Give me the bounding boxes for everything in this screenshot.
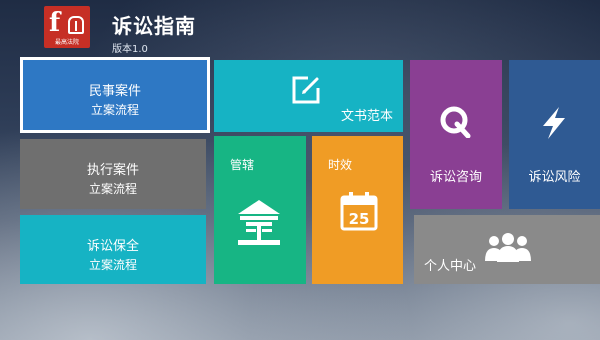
tile-civil-subtitle: 立案流程 — [90, 103, 139, 117]
tile-consult-label: 诉讼咨询 — [429, 170, 482, 185]
tile-jurisdiction-label: 管辖 — [230, 158, 255, 172]
edit-icon — [292, 76, 320, 104]
lightning-icon — [543, 107, 565, 139]
calendar-day: 25 — [349, 210, 370, 228]
tile-civil-case[interactable]: 民事案件 立案流程 — [20, 57, 210, 133]
tile-execution-subtitle: 立案流程 — [88, 182, 137, 196]
users-icon — [485, 233, 531, 262]
tile-preservation-subtitle: 立案流程 — [88, 258, 137, 272]
app-version: 版本1.0 — [112, 44, 148, 55]
tile-document-templates[interactable]: 文书范本 — [214, 60, 403, 132]
q-icon — [440, 106, 471, 138]
tile-jurisdiction[interactable]: 管辖 — [214, 136, 306, 284]
tile-consult[interactable]: 诉讼咨询 — [410, 60, 502, 209]
tile-limitation-label: 时效 — [328, 158, 353, 172]
tile-execution-case[interactable]: 执行案件 立案流程 — [20, 139, 206, 209]
tile-personal-label: 个人中心 — [424, 259, 477, 274]
app-logo: f 最高法院 — [44, 6, 90, 48]
tile-civil-title: 民事案件 — [88, 84, 141, 99]
tile-risk-label: 诉讼风险 — [528, 170, 581, 185]
tile-preservation-title: 诉讼保全 — [86, 239, 139, 254]
tile-preservation[interactable]: 诉讼保全 立案流程 — [20, 215, 206, 284]
logo-caption: 最高法院 — [54, 39, 79, 46]
app-title: 诉讼指南 — [112, 14, 196, 38]
tile-personal-center[interactable]: 个人中心 — [414, 215, 600, 284]
tile-execution-title: 执行案件 — [86, 163, 139, 178]
tile-document-label: 文书范本 — [340, 109, 393, 124]
tile-risk[interactable]: 诉讼风险 — [509, 60, 600, 209]
calendar-icon: 25 — [340, 192, 378, 231]
court-icon — [238, 200, 280, 245]
tile-limitation[interactable]: 时效 25 — [312, 136, 403, 284]
